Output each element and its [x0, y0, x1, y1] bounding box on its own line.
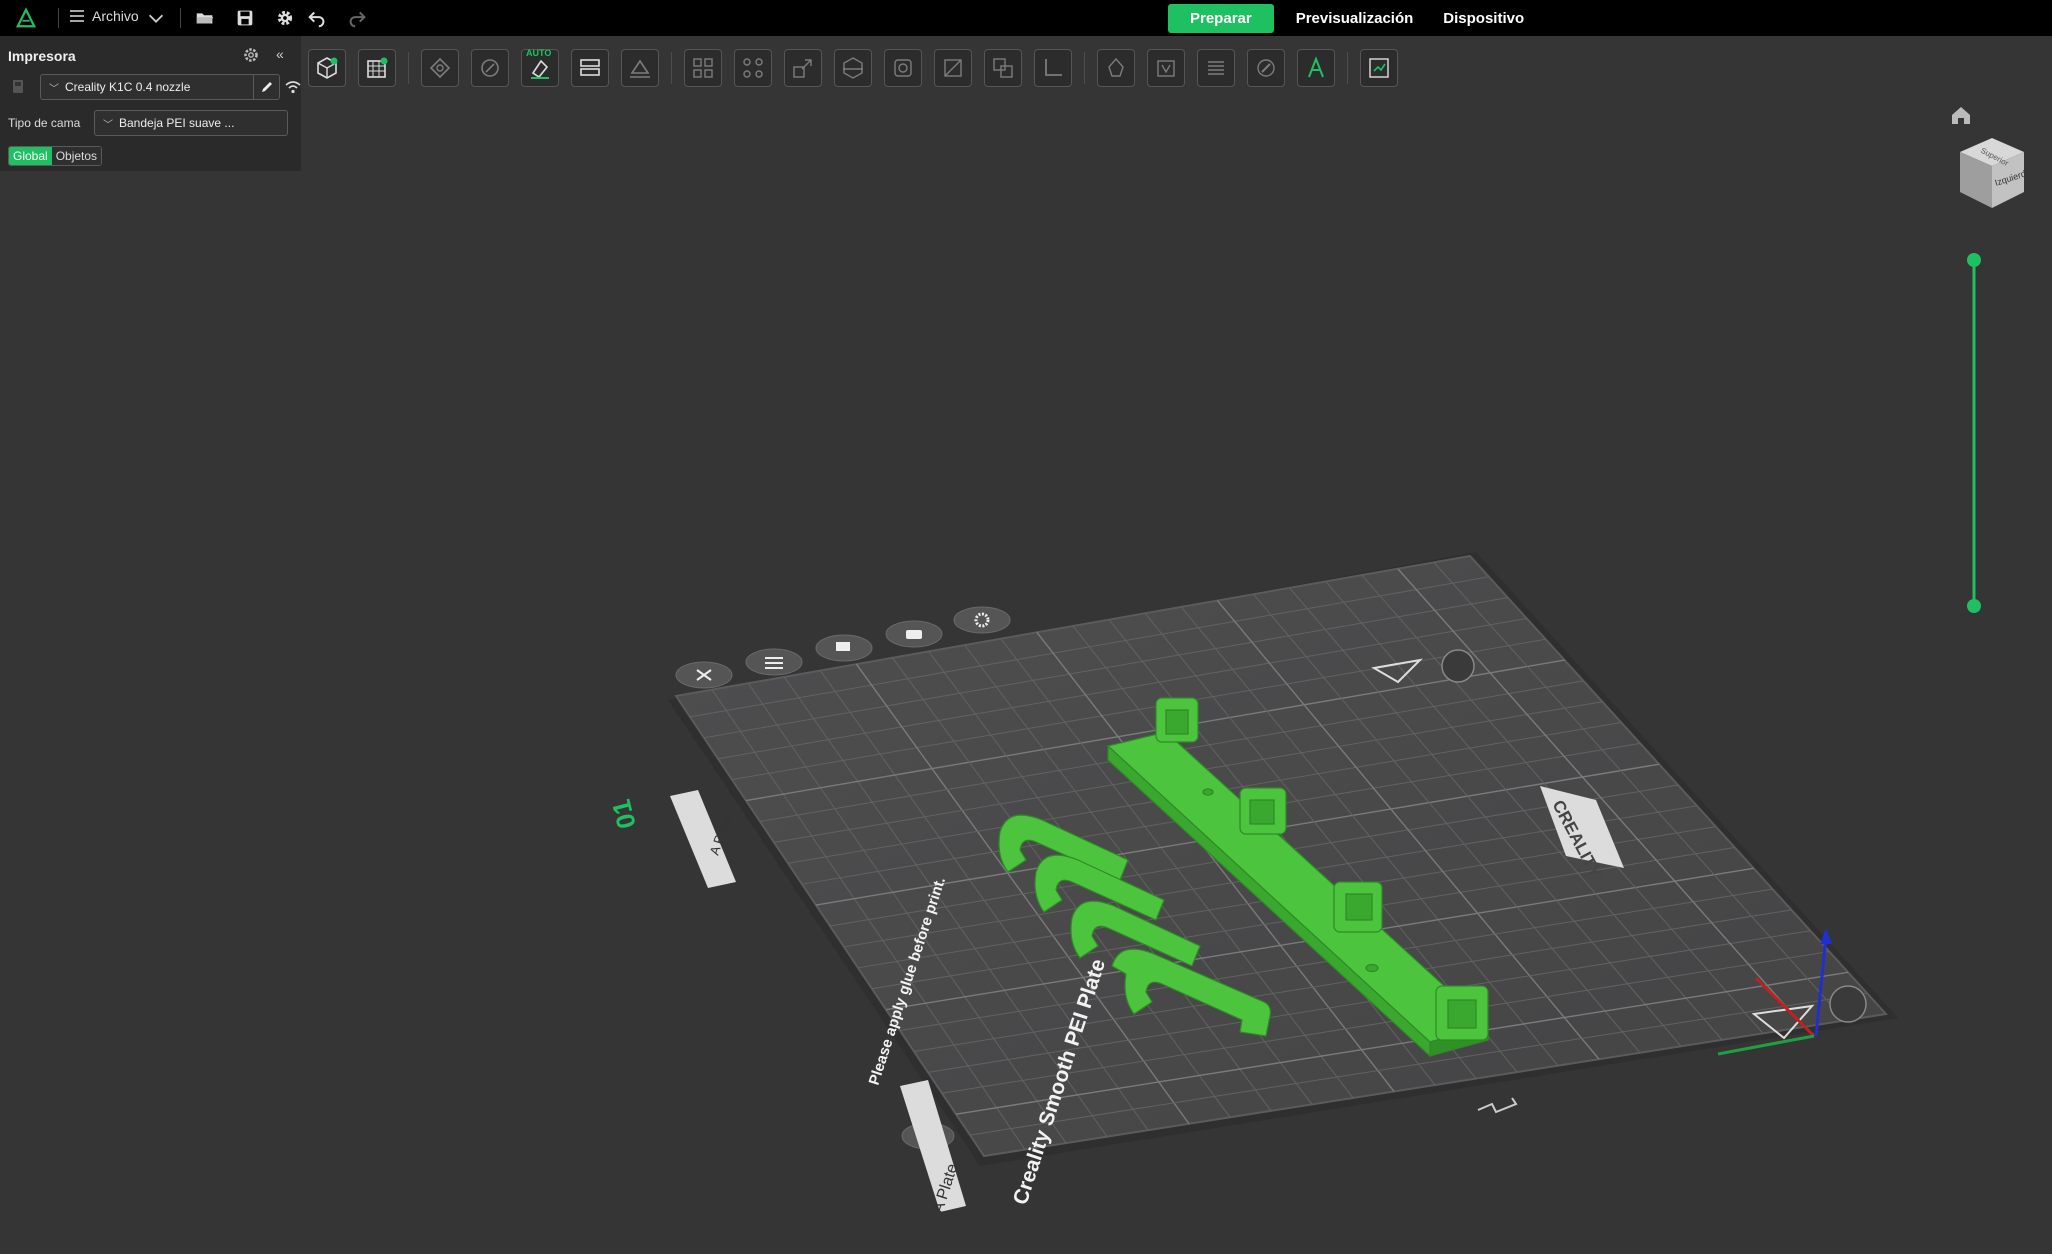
fingerprint-icon: [1829, 985, 1867, 1023]
hamburger-icon: [70, 10, 84, 22]
printer-settings-gear-icon[interactable]: [242, 46, 260, 64]
paint-icon[interactable]: [1247, 49, 1285, 87]
layer-slider[interactable]: [1964, 252, 1984, 616]
tab-preview[interactable]: Previsualización: [1288, 5, 1422, 32]
seam-icon[interactable]: [934, 49, 972, 87]
fingerprint-icon: [1441, 649, 1475, 683]
tab-prepare[interactable]: Preparar: [1168, 4, 1274, 33]
file-menu-label: Archivo: [92, 8, 139, 24]
view-cube[interactable]: Superior Izquierda: [1954, 130, 2032, 214]
file-menu-button[interactable]: Archivo: [68, 8, 139, 24]
chevron-down-icon[interactable]: [144, 6, 168, 30]
plate-lock-button[interactable]: [885, 620, 943, 648]
slider-top-handle[interactable]: [1967, 253, 1981, 267]
open-folder-icon[interactable]: [193, 6, 217, 30]
pencil-icon: [261, 82, 272, 92]
toolbar-divider: [671, 52, 672, 84]
save-icon[interactable]: [233, 6, 257, 30]
plate-orient-button[interactable]: [815, 634, 873, 662]
add-object-icon[interactable]: [308, 49, 346, 87]
divider: [180, 8, 181, 28]
layer-icon[interactable]: [1197, 49, 1235, 87]
toolbar-divider: [1084, 52, 1085, 84]
hook-peg: [1155, 697, 1199, 743]
auto-orient-icon[interactable]: [421, 49, 459, 87]
lay-on-face-icon[interactable]: [621, 49, 659, 87]
divider: [58, 8, 59, 28]
panel-title: Impresora: [8, 48, 76, 64]
boolean-icon[interactable]: [984, 49, 1022, 87]
title-bar: Archivo Preparar Previsualización Dispos…: [0, 0, 2052, 36]
slider-bottom-handle[interactable]: [1967, 599, 1981, 613]
plate-delete-button[interactable]: [675, 661, 733, 689]
3d-viewport[interactable]: 01 A Plate A Plate Creality Smooth PEI P…: [0, 96, 2052, 1254]
wifi-icon[interactable]: [284, 79, 302, 95]
arrange-icon[interactable]: [471, 49, 509, 87]
app-window: Archivo Preparar Previsualización Dispos…: [0, 0, 2052, 1254]
plate-number: 01: [606, 796, 642, 831]
text-icon[interactable]: [1297, 49, 1335, 87]
hook-peg: [1333, 881, 1383, 933]
scale-icon[interactable]: [784, 49, 822, 87]
undo-icon[interactable]: [305, 6, 329, 30]
printer-icon: [12, 79, 24, 94]
plate-settings-button[interactable]: [953, 606, 1011, 634]
toolbar-divider: [408, 52, 409, 84]
hook-peg: [1435, 985, 1489, 1041]
cut-icon[interactable]: [834, 49, 872, 87]
printer-select-value: Creality K1C 0.4 nozzle: [65, 80, 191, 94]
auto-arrange-icon[interactable]: AUTO: [521, 48, 559, 87]
toolbar-divider: [1347, 52, 1348, 84]
build-plate-scene[interactable]: 01 A Plate A Plate Creality Smooth PEI P…: [0, 96, 2052, 1254]
main-toolbar: AUTO: [308, 46, 1410, 90]
measure-icon[interactable]: [1034, 49, 1072, 87]
app-logo-icon[interactable]: [14, 6, 38, 30]
emboss-icon[interactable]: [1147, 49, 1185, 87]
distribute-icon[interactable]: [734, 49, 772, 87]
mesh-icon[interactable]: [1097, 49, 1135, 87]
split-icon[interactable]: [571, 49, 609, 87]
redo-icon[interactable]: [345, 6, 369, 30]
add-plate-icon[interactable]: [358, 49, 396, 87]
settings-gear-icon[interactable]: [273, 6, 297, 30]
assembly-icon[interactable]: [1360, 49, 1398, 87]
home-view-icon[interactable]: [1950, 104, 1972, 126]
layout-grid-icon[interactable]: [684, 49, 722, 87]
collapse-panel-icon[interactable]: «: [276, 46, 284, 62]
main-nav-tabs: Preparar Previsualización Dispositivo: [1168, 4, 1532, 33]
tab-device[interactable]: Dispositivo: [1435, 5, 1532, 32]
auto-tag: AUTO: [526, 48, 552, 58]
plate-origin-mark: [1477, 1097, 1518, 1114]
support-icon[interactable]: [884, 49, 922, 87]
plate-arrange-button[interactable]: [745, 648, 803, 676]
chevron-down-icon: ﹀: [49, 83, 59, 95]
hook-peg: [1239, 787, 1287, 835]
